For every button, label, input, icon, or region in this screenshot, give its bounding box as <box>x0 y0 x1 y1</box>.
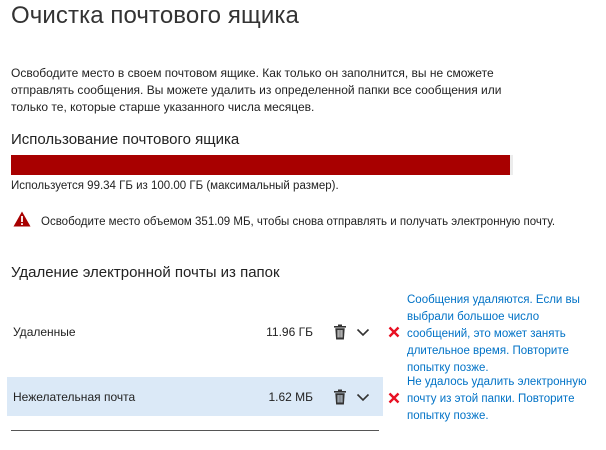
section-title: Удаление электронной почты из папок <box>11 264 280 281</box>
chevron-down-icon[interactable] <box>356 390 370 404</box>
warning-text: Освободите место объемом 351.09 МБ, чтоб… <box>41 215 556 228</box>
folder-size: 1.62 МБ <box>268 389 313 404</box>
folder-size: 11.96 ГБ <box>266 324 313 339</box>
folder-error-message: Не удалось удалить электронную почту из … <box>407 376 587 422</box>
folder-name: Нежелательная почта <box>13 389 136 404</box>
warning-triangle-icon <box>13 211 31 232</box>
warning-row: Освободите место объемом 351.09 МБ, чтоб… <box>13 211 555 232</box>
error-x-icon <box>388 325 400 338</box>
usage-text: Используется 99.34 ГБ из 100.00 ГБ (макс… <box>11 180 339 192</box>
folder-error-message: Сообщения удаляются. Если вы выбрали бол… <box>407 294 580 374</box>
trash-icon[interactable] <box>333 389 347 405</box>
usage-bar-fill <box>11 155 510 175</box>
error-x-icon <box>388 391 400 404</box>
trash-icon[interactable] <box>333 324 347 340</box>
chevron-down-icon[interactable] <box>356 325 370 339</box>
intro-text: Освободите место в своем почтовом ящике.… <box>11 66 502 114</box>
divider <box>11 430 379 431</box>
folder-row-junk[interactable]: Нежелательная почта 1.62 МБ <box>7 377 383 416</box>
usage-bar <box>11 155 513 175</box>
folder-row-deleted[interactable]: Удаленные 11.96 ГБ <box>7 312 383 351</box>
folder-name: Удаленные <box>13 324 76 339</box>
usage-heading: Использование почтового ящика <box>11 131 240 148</box>
page-title: Очистка почтового ящика <box>11 2 299 29</box>
